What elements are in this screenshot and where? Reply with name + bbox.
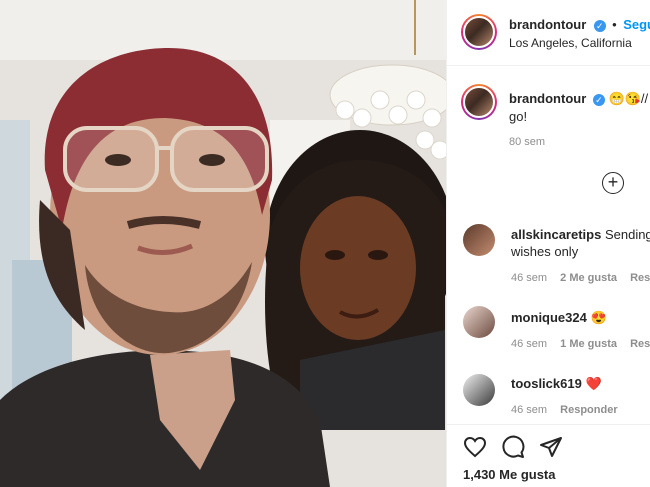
caption-time: 80 sem [509, 136, 546, 148]
avatar[interactable] [461, 14, 497, 50]
reply-button[interactable]: Responder [630, 272, 650, 284]
comment-likes-button[interactable]: 1 Me gusta [560, 338, 617, 350]
comment-avatar[interactable] [463, 374, 495, 406]
post-photo[interactable] [0, 0, 446, 487]
selfie-image [0, 0, 446, 487]
heart-icon[interactable] [463, 435, 487, 459]
location-link[interactable]: Los Angeles, California [509, 36, 632, 50]
verified-badge-icon: ✓ [592, 94, 605, 106]
comment-text: ❤️ [585, 376, 602, 391]
comment-username[interactable]: allskincaretips [511, 227, 601, 242]
caption-text-line2: go! [509, 109, 528, 124]
share-icon[interactable] [539, 435, 563, 459]
comment-time: 46 sem [511, 272, 548, 284]
follow-button[interactable]: Seguir [623, 17, 650, 32]
load-more-comments-icon[interactable]: + [602, 172, 624, 194]
comment-username[interactable]: monique324 [511, 310, 587, 325]
reply-button[interactable]: Responder [630, 338, 650, 350]
comment-time: 46 sem [511, 338, 548, 350]
comment-text: Sending [604, 227, 650, 242]
comment-avatar[interactable] [463, 306, 495, 338]
reply-button[interactable]: Responder [560, 404, 617, 416]
comment-text: 😍 [590, 310, 607, 325]
caption-username[interactable]: brandontour [509, 91, 586, 106]
comment-avatar[interactable] [463, 224, 495, 256]
header-username[interactable]: brandontour [509, 17, 586, 32]
post-header: brandontour ✓ • Seguir Los Angeles, Cali… [447, 0, 650, 66]
caption-text: 😁😘// 💪 [608, 91, 650, 106]
comment-time: 46 sem [511, 404, 548, 416]
post-details-panel: brandontour ✓ • Seguir Los Angeles, Cali… [446, 0, 650, 487]
comment-username[interactable]: tooslick619 [511, 376, 582, 391]
comment-icon[interactable] [501, 435, 525, 459]
separator-dot: • [612, 17, 617, 32]
comment-likes-button[interactable]: 2 Me gusta [560, 272, 617, 284]
caption-avatar[interactable] [461, 84, 497, 120]
likes-count[interactable]: 1,430 Me gusta [463, 467, 556, 482]
verified-badge-icon: ✓ [593, 20, 606, 32]
action-bar: 1,430 Me gusta [447, 424, 650, 487]
comment-text-line2: wishes only [511, 244, 579, 259]
